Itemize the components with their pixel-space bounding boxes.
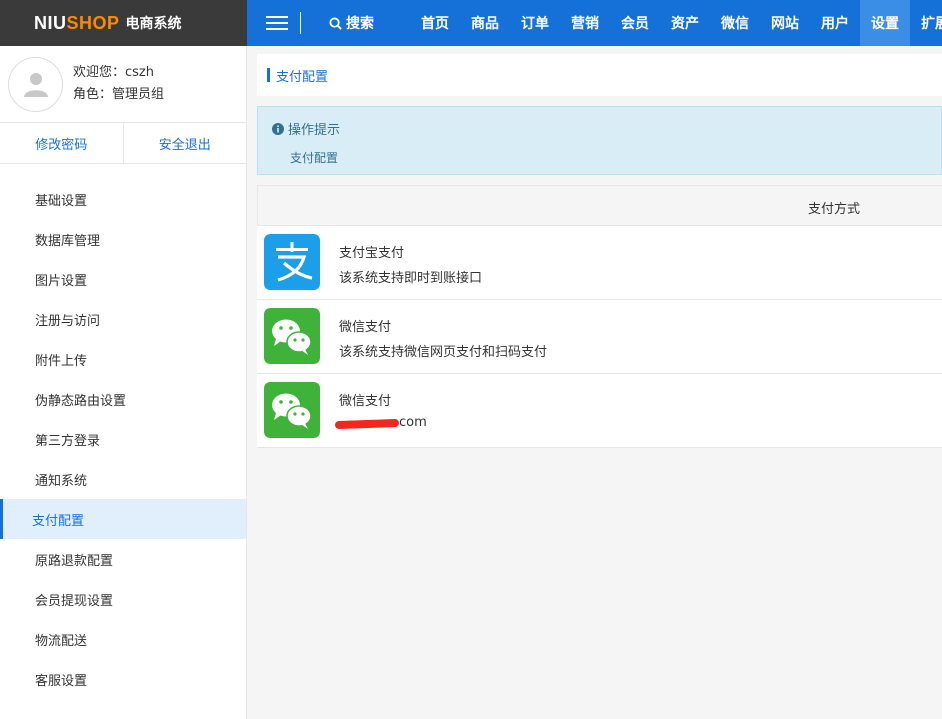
nav-assets[interactable]: 资产 xyxy=(660,0,710,46)
user-panel: 欢迎您：cszh 角色：管理员组 xyxy=(0,46,246,123)
search-label: 搜索 xyxy=(346,16,374,32)
page-title: 支付配置 xyxy=(276,69,329,85)
header-divider xyxy=(300,12,301,34)
nav-goods[interactable]: 商品 xyxy=(460,0,510,46)
column-header-payment-method: 支付方式 xyxy=(808,202,861,217)
nav-orders[interactable]: 订单 xyxy=(510,0,560,46)
logo[interactable]: NIUSHOP 电商系统 xyxy=(0,0,247,46)
top-bar: NIUSHOP 电商系统 搜索 首页 商品 订单 营销 会员 资产 微信 网站 … xyxy=(0,0,942,46)
sidebar-item-logistics[interactable]: 物流配送 xyxy=(0,619,246,659)
settings-menu: 基础设置 数据库管理 图片设置 注册与访问 附件上传 伪静态路由设置 第三方登录… xyxy=(0,179,246,699)
role-text: 角色：管理员组 xyxy=(73,87,165,102)
breadcrumb-marker xyxy=(267,68,270,82)
tips-description: 支付配置 xyxy=(290,151,339,165)
logo-accent: SHOP xyxy=(66,12,120,33)
logo-main: NIU xyxy=(34,12,67,33)
sidebar-item-payment-config[interactable]: 支付配置 xyxy=(0,499,246,539)
tips-title: 操作提示 xyxy=(288,123,341,138)
sidebar-item-customer-service[interactable]: 客服设置 xyxy=(0,659,246,699)
sidebar-item-attachment-upload[interactable]: 附件上传 xyxy=(0,339,246,379)
logo-subtitle: 电商系统 xyxy=(125,16,182,32)
user-icon xyxy=(23,73,48,97)
payment-table: 支付方式 支付宝支付 该系统支持即时到账接口 微信支付 该系统支持微信网页支付和… xyxy=(257,185,942,448)
payment-description: com xyxy=(399,415,427,430)
sidebar-item-register-access[interactable]: 注册与访问 xyxy=(0,299,246,339)
welcome-text: 欢迎您：cszh xyxy=(73,65,154,80)
wechat-pay-icon xyxy=(264,382,320,438)
operation-tips: 操作提示 支付配置 xyxy=(257,106,942,175)
payment-description: 该系统支持即时到账接口 xyxy=(339,271,483,286)
sidebar-item-basic-settings[interactable]: 基础设置 xyxy=(0,179,246,219)
info-icon xyxy=(272,122,284,135)
sidebar-item-image-settings[interactable]: 图片设置 xyxy=(0,259,246,299)
payment-description: 该系统支持微信网页支付和扫码支付 xyxy=(339,345,548,360)
nav-website[interactable]: 网站 xyxy=(760,0,810,46)
avatar xyxy=(8,56,63,112)
payment-name: 微信支付 xyxy=(339,320,392,335)
nav-users[interactable]: 用户 xyxy=(810,0,860,46)
main-content: 支付配置 操作提示 支付配置 支付方式 支付宝支付 该系统支持即时到账接口 微信… xyxy=(248,46,942,719)
search-button[interactable]: 搜索 xyxy=(329,0,374,46)
nav-marketing[interactable]: 营销 xyxy=(560,0,610,46)
top-nav: 首页 商品 订单 营销 会员 资产 微信 网站 用户 设置 扩展 xyxy=(410,0,942,46)
breadcrumb: 支付配置 xyxy=(257,54,942,96)
sidebar-item-refund-config[interactable]: 原路退款配置 xyxy=(0,539,246,579)
table-header: 支付方式 xyxy=(257,185,942,226)
nav-members[interactable]: 会员 xyxy=(610,0,660,46)
nav-settings[interactable]: 设置 xyxy=(860,0,910,46)
sidebar-item-withdraw-settings[interactable]: 会员提现设置 xyxy=(0,579,246,619)
redaction-mark xyxy=(334,418,400,430)
payment-name: 微信支付 xyxy=(339,394,392,409)
logout-link[interactable]: 安全退出 xyxy=(122,123,247,163)
alipay-icon xyxy=(264,234,320,290)
nav-extensions[interactable]: 扩展 xyxy=(910,0,942,46)
sidebar-item-database[interactable]: 数据库管理 xyxy=(0,219,246,259)
payment-name: 支付宝支付 xyxy=(339,246,405,261)
change-password-link[interactable]: 修改密码 xyxy=(0,123,123,163)
nav-wechat[interactable]: 微信 xyxy=(710,0,760,46)
user-actions: 修改密码 安全退出 xyxy=(0,123,246,164)
sidebar: 欢迎您：cszh 角色：管理员组 修改密码 安全退出 基础设置 数据库管理 图片… xyxy=(0,46,247,719)
sidebar-item-rewrite-routes[interactable]: 伪静态路由设置 xyxy=(0,379,246,419)
table-row[interactable]: 支付宝支付 该系统支持即时到账接口 xyxy=(257,226,942,300)
table-row[interactable]: 微信支付 该系统支持微信网页支付和扫码支付 xyxy=(257,300,942,374)
nav-home[interactable]: 首页 xyxy=(410,0,460,46)
wechat-pay-icon xyxy=(264,308,320,364)
hamburger-menu-icon[interactable] xyxy=(266,13,288,33)
table-row[interactable]: 微信支付 com xyxy=(257,374,942,448)
search-icon xyxy=(329,16,342,30)
sidebar-item-third-party-login[interactable]: 第三方登录 xyxy=(0,419,246,459)
sidebar-item-notification[interactable]: 通知系统 xyxy=(0,459,246,499)
